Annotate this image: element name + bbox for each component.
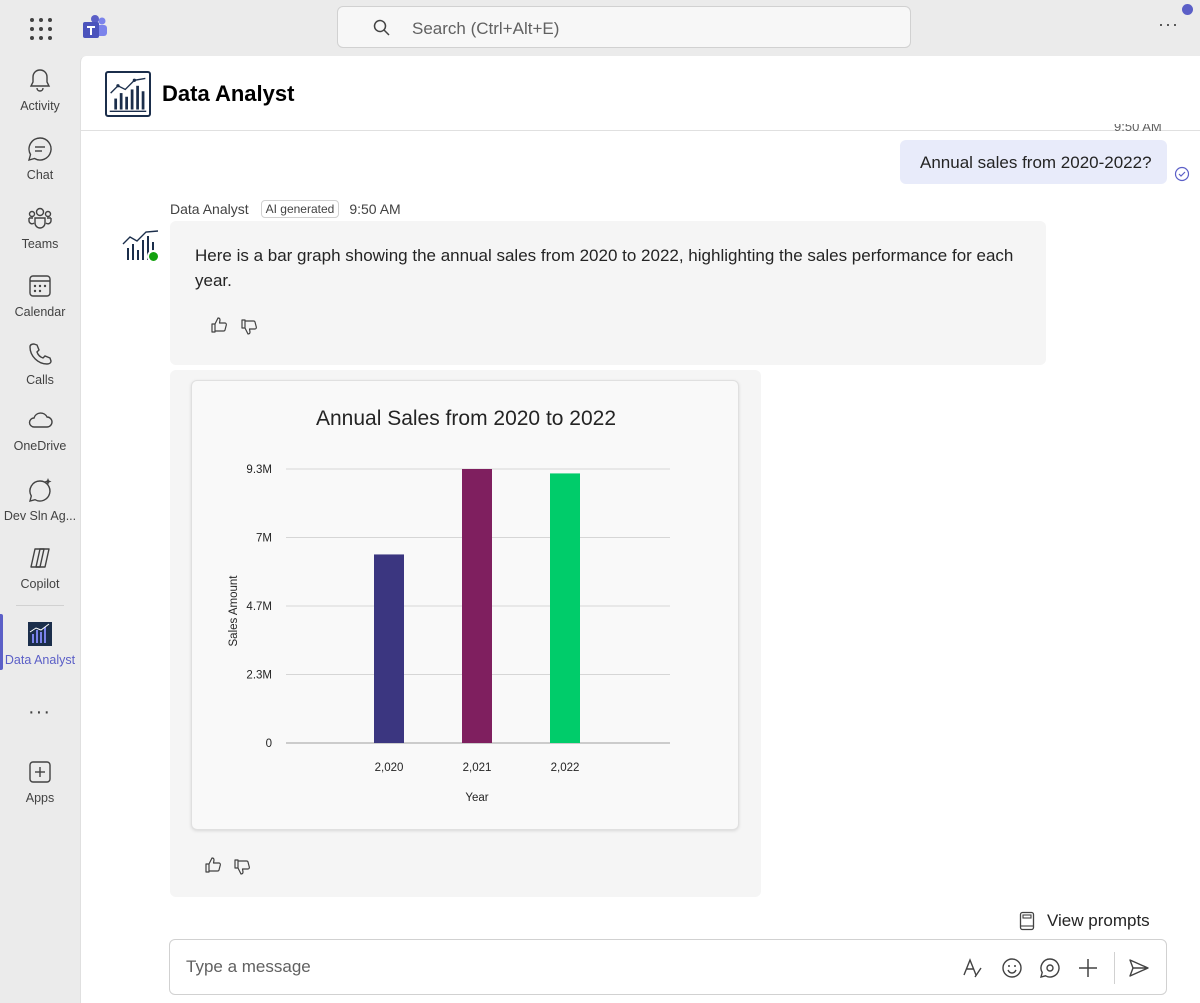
chat-icon (28, 137, 52, 161)
app-launcher-icon[interactable] (24, 14, 54, 42)
rail-item-calendar[interactable]: Calendar (0, 272, 80, 334)
chat-panel: Data Analyst 9:50 AM Annual sales from 2… (80, 56, 1200, 1003)
x-tick-label: 2,021 (463, 762, 492, 774)
rail-label: Activity (20, 99, 60, 113)
bot-timestamp: 9:50 AM (349, 201, 401, 217)
rail-label: Apps (25, 791, 55, 805)
cloud-icon (28, 412, 53, 428)
thumbs-down-icon[interactable] (233, 858, 251, 876)
y-tick-label: 4.7M (246, 601, 272, 613)
thumbs-down-icon[interactable] (240, 318, 258, 336)
send-icon[interactable] (1127, 956, 1151, 980)
calendar-icon (29, 275, 51, 297)
y-tick-label: 0 (266, 738, 272, 750)
thumbs-up-icon[interactable] (210, 316, 228, 334)
sent-check-icon (1174, 166, 1190, 182)
search-bar[interactable]: Search (Ctrl+Alt+E) (337, 6, 911, 48)
status-badge (147, 250, 160, 263)
y-tick-label: 2.3M (246, 670, 272, 682)
x-tick-label: 2,022 (551, 762, 580, 774)
view-prompts-button[interactable]: View prompts (1019, 911, 1150, 931)
add-apps-icon (29, 761, 51, 783)
chart-message[interactable]: Annual Sales from 2020 to 2022 0 2.3M 4.7M… (170, 370, 761, 897)
emoji-icon[interactable] (1000, 956, 1024, 980)
bot-message-text: Here is a bar graph showing the annual s… (195, 246, 1014, 290)
add-icon[interactable] (1076, 956, 1100, 980)
notification-dot (1182, 4, 1193, 15)
rail-label: Chat (26, 168, 54, 182)
search-input[interactable]: Search (Ctrl+Alt+E) (412, 19, 559, 39)
bell-icon (29, 69, 51, 92)
sparkle-chat-icon (29, 478, 52, 502)
rail-item-copilot[interactable]: Copilot (0, 544, 80, 606)
chat-header: Data Analyst (81, 56, 1200, 131)
ai-generated-badge: AI generated (260, 200, 340, 218)
x-tick-label: 2,020 (375, 762, 404, 774)
top-bar: Search (Ctrl+Alt+E) ··· (0, 0, 1200, 56)
message-timestamp: 9:50 AM (1114, 124, 1162, 134)
bot-name: Data Analyst (170, 201, 249, 217)
bot-message[interactable]: Here is a bar graph showing the annual s… (170, 221, 1046, 365)
rail-label: Dev Sln Ag... (3, 509, 77, 523)
rail-divider (16, 605, 64, 606)
message-composer[interactable]: Type a message (169, 939, 1167, 995)
view-prompts-label: View prompts (1047, 911, 1150, 930)
bar-2020[interactable] (374, 554, 404, 743)
y-tick-label: 9.3M (246, 464, 272, 476)
loop-icon[interactable] (1038, 956, 1062, 980)
rail-item-apps[interactable]: Apps (0, 758, 80, 820)
user-message-text: Annual sales from 2020-2022? (920, 153, 1152, 172)
chart-card: Annual Sales from 2020 to 2022 0 2.3M 4.7M… (191, 380, 739, 830)
thumbs-up-icon[interactable] (204, 856, 222, 874)
rail-item-dev-sln-agent[interactable]: Dev Sln Ag... (0, 476, 80, 538)
format-icon[interactable] (960, 956, 984, 980)
rail-item-teams[interactable]: Teams (0, 204, 80, 266)
chart-title: Annual Sales from 2020 to 2022 (316, 407, 616, 430)
rail-item-data-analyst[interactable]: Data Analyst (0, 620, 80, 682)
y-axis-label: Sales Amount (228, 575, 240, 647)
app-rail: Activity Chat Teams Calendar Calls OneDr… (0, 56, 80, 1003)
data-analyst-app-icon (28, 622, 52, 646)
y-tick-label: 7M (256, 533, 272, 545)
rail-item-calls[interactable]: Calls (0, 340, 80, 402)
prompts-book-icon (1019, 911, 1035, 931)
rail-label: Data Analyst (4, 653, 76, 667)
more-options-icon[interactable]: ··· (1158, 14, 1179, 35)
rail-label: Calls (26, 373, 54, 387)
phone-icon (29, 343, 52, 365)
data-analyst-logo-icon (105, 71, 151, 117)
more-apps-icon[interactable]: ··· (28, 701, 51, 724)
rail-label: OneDrive (13, 439, 67, 453)
message-input[interactable]: Type a message (186, 957, 311, 977)
message-meta: Data Analyst AI generated 9:50 AM (170, 200, 401, 218)
rail-item-onedrive[interactable]: OneDrive (0, 406, 80, 468)
page-title: Data Analyst (162, 81, 295, 106)
rail-label: Copilot (20, 577, 60, 591)
teams-icon (28, 207, 52, 229)
rail-item-activity[interactable]: Activity (0, 66, 80, 128)
bar-2021[interactable] (462, 469, 492, 743)
bar-2022[interactable] (550, 473, 580, 743)
composer-divider (1114, 952, 1115, 984)
rail-item-chat[interactable]: Chat (0, 135, 80, 197)
rail-label: Calendar (14, 305, 66, 319)
search-icon (373, 19, 390, 36)
bar-chart: Annual Sales from 2020 to 2022 0 2.3M 4.7M… (228, 407, 670, 804)
user-message[interactable]: Annual sales from 2020-2022? (900, 140, 1167, 184)
x-axis-label: Year (465, 792, 488, 804)
rail-label: Teams (21, 237, 59, 251)
teams-logo-icon (83, 15, 107, 38)
copilot-icon (30, 548, 50, 568)
